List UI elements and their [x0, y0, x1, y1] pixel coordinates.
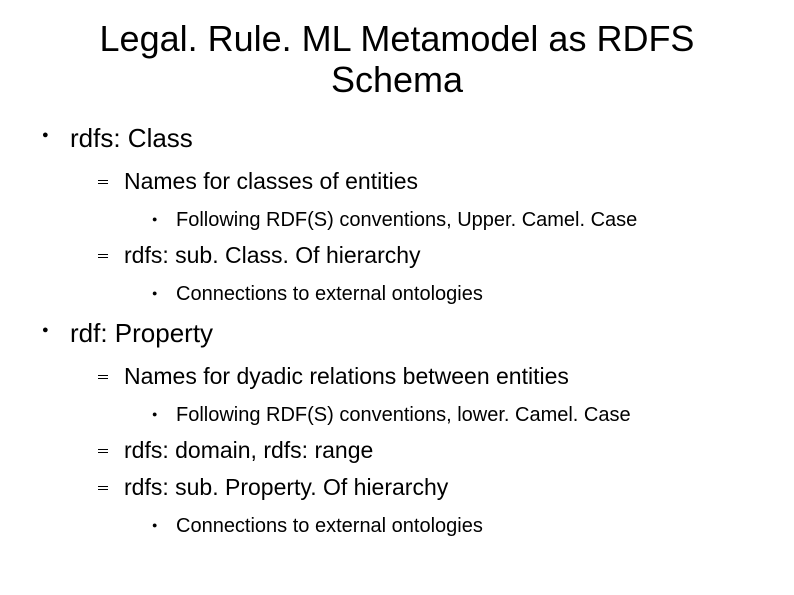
bullet-list-level-3: Connections to external ontologies: [124, 515, 764, 538]
item-label: Connections to external ontologies: [176, 515, 483, 537]
item-label: Following RDF(S) conventions, Upper. Cam…: [176, 209, 637, 231]
item-label: rdfs: sub. Class. Of hierarchy: [124, 242, 421, 268]
list-item: Connections to external ontologies: [152, 515, 764, 538]
item-label: rdfs: sub. Property. Of hierarchy: [124, 474, 448, 500]
list-item: rdfs: sub. Class. Of hierarchy Connectio…: [98, 242, 764, 306]
list-item: Following RDF(S) conventions, Upper. Cam…: [152, 209, 764, 232]
slide: Legal. Rule. ML Metamodel as RDFS Schema…: [0, 0, 794, 595]
item-label: Names for classes of entities: [124, 168, 418, 194]
list-item: Names for classes of entities Following …: [98, 168, 764, 232]
item-label: Connections to external ontologies: [176, 283, 483, 305]
bullet-list-level-3: Following RDF(S) conventions, lower. Cam…: [124, 404, 764, 427]
list-item: rdfs: Class Names for classes of entitie…: [42, 123, 764, 306]
item-label: rdfs: Class: [70, 123, 193, 153]
bullet-list-level-3: Connections to external ontologies: [124, 283, 764, 306]
slide-title: Legal. Rule. ML Metamodel as RDFS Schema: [30, 18, 764, 101]
bullet-list-level-1: rdfs: Class Names for classes of entitie…: [30, 123, 764, 538]
item-label: Following RDF(S) conventions, lower. Cam…: [176, 404, 631, 426]
item-label: rdf: Property: [70, 318, 213, 348]
list-item: rdf: Property Names for dyadic relations…: [42, 318, 764, 538]
bullet-list-level-3: Following RDF(S) conventions, Upper. Cam…: [124, 209, 764, 232]
list-item: rdfs: domain, rdfs: range: [98, 437, 764, 464]
item-label: rdfs: domain, rdfs: range: [124, 437, 373, 463]
list-item: Connections to external ontologies: [152, 283, 764, 306]
list-item: Names for dyadic relations between entit…: [98, 363, 764, 427]
list-item: rdfs: sub. Property. Of hierarchy Connec…: [98, 474, 764, 538]
list-item: Following RDF(S) conventions, lower. Cam…: [152, 404, 764, 427]
item-label: Names for dyadic relations between entit…: [124, 363, 569, 389]
bullet-list-level-2: Names for classes of entities Following …: [70, 168, 764, 306]
bullet-list-level-2: Names for dyadic relations between entit…: [70, 363, 764, 538]
